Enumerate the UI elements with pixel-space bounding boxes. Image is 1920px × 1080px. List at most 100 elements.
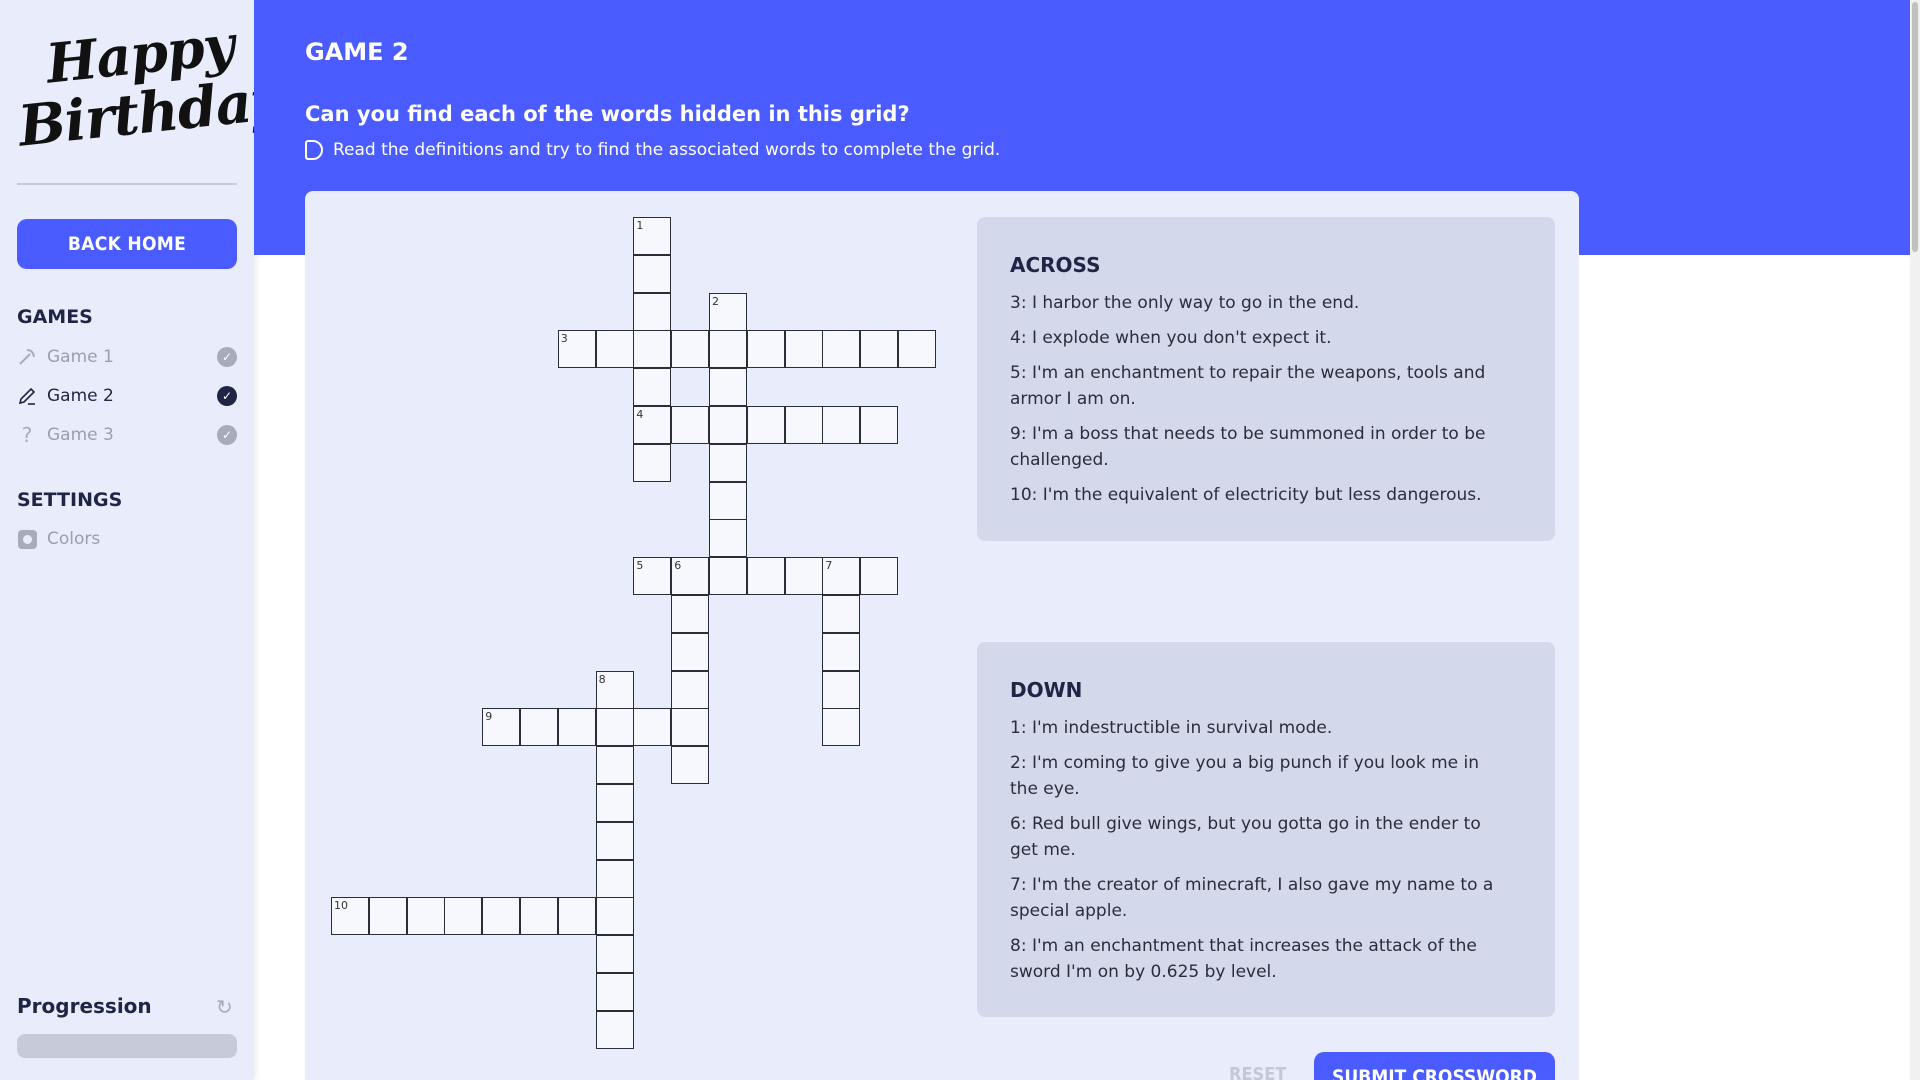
question-icon: ?	[21, 423, 33, 447]
crossword-cell[interactable]	[746, 330, 785, 369]
crossword-cell[interactable]	[822, 632, 861, 671]
sidebar-item-label: Colors	[47, 529, 101, 549]
crossword-cell[interactable]	[633, 368, 672, 407]
crossword-cell[interactable]	[671, 708, 710, 747]
cell-number: 7	[825, 559, 833, 573]
crossword-cell[interactable]	[898, 330, 936, 369]
check-badge-icon: ✓	[217, 425, 237, 445]
crossword-cell[interactable]	[595, 746, 634, 785]
cell-number: 3	[560, 332, 568, 346]
across-heading: ACROSS	[1010, 253, 1101, 277]
crossword-cell[interactable]	[709, 519, 747, 558]
crossword-cell[interactable]: 3	[557, 330, 596, 369]
sidebar-item-game-3[interactable]: ? Game 3 ✓	[17, 420, 237, 450]
crossword-cell[interactable]	[709, 481, 747, 520]
crossword-cell[interactable]	[633, 292, 672, 331]
scrollbar-thumb[interactable]	[1912, 2, 1918, 252]
crossword-cell[interactable]	[860, 406, 899, 444]
clue-down-1: 1: I'm indestructible in survival mode.	[1010, 718, 1333, 738]
crossword-cell[interactable]	[595, 784, 634, 822]
crossword-cell[interactable]	[444, 897, 483, 936]
crossword-cell[interactable]	[671, 670, 710, 709]
crossword-cell[interactable]: 2	[709, 292, 747, 331]
crossword-cell[interactable]: 10	[331, 897, 369, 936]
cell-number: 8	[598, 672, 606, 686]
crossword-card: 1 4 2 3 5 6 7 8 9 10 ACROSS 3: I harbor the only …	[305, 191, 1579, 1080]
crossword-cell[interactable]	[746, 406, 785, 444]
cell-number: 6	[674, 559, 682, 573]
crossword-cell[interactable]	[784, 557, 823, 596]
crossword-cell[interactable]	[822, 670, 861, 709]
crossword-cell[interactable]	[671, 632, 710, 671]
instruction-text: Read the definitions and try to find the…	[333, 140, 1001, 160]
crossword-cell[interactable]	[595, 708, 634, 747]
cell-number: 9	[485, 710, 493, 724]
crossword-cell[interactable]	[557, 708, 596, 747]
clue-down-2: 2: I'm coming to give you a big punch if…	[1010, 753, 1479, 799]
sidebar: Happy Birthday BACK HOME GAMES Game 1 ✓ …	[0, 0, 285, 1080]
crossword-cell[interactable]	[633, 443, 672, 482]
crossword-cell[interactable]: 1	[633, 217, 672, 255]
crossword-cell[interactable]	[671, 595, 710, 633]
crossword-cell[interactable]	[482, 897, 521, 936]
clue-down-6: 6: Red bull give wings, but you gotta go…	[1010, 814, 1481, 860]
down-clues-panel: DOWN 1: I'm indestructible in survival m…	[977, 642, 1555, 1017]
crossword-cell[interactable]	[595, 330, 634, 369]
crossword-cell[interactable]	[709, 368, 747, 407]
crossword-cell[interactable]	[671, 746, 710, 785]
crossword-cell[interactable]	[784, 406, 823, 444]
crossword-cell[interactable]: 9	[482, 708, 521, 747]
crossword-cell[interactable]	[406, 897, 445, 936]
crossword-cell[interactable]	[633, 708, 672, 747]
crossword-cell[interactable]	[784, 330, 823, 369]
crossword-cell[interactable]	[709, 406, 747, 444]
crossword-cell[interactable]: 8	[595, 670, 634, 709]
crossword-cell[interactable]	[746, 557, 785, 596]
cell-number: 1	[636, 219, 644, 232]
crossword-cell[interactable]	[557, 897, 596, 936]
clue-across-10: 10: I'm the equivalent of electricity bu…	[1010, 485, 1482, 505]
crossword-cell[interactable]	[520, 897, 558, 936]
crossword-cell[interactable]	[595, 859, 634, 898]
crossword-cell[interactable]	[822, 330, 861, 369]
games-heading: GAMES	[17, 306, 93, 328]
sidebar-item-game-1[interactable]: Game 1 ✓	[17, 342, 237, 372]
sidebar-item-game-2[interactable]: Game 2 ✓	[17, 381, 237, 411]
crossword-cell[interactable]	[633, 330, 672, 369]
crossword-cell[interactable]: 6	[671, 557, 710, 596]
down-heading: DOWN	[1010, 678, 1083, 702]
sidebar-item-label: Game 1	[47, 347, 114, 367]
cell-number: 10	[334, 899, 348, 913]
crossword-cell[interactable]	[860, 330, 899, 369]
crossword-cell[interactable]	[709, 330, 747, 369]
pickaxe-icon	[17, 347, 37, 367]
crossword-cell[interactable]	[595, 897, 634, 936]
crossword-cell[interactable]	[709, 557, 747, 596]
crossword-cell[interactable]	[595, 821, 634, 860]
happy-birthday-logo[interactable]: Happy Birthday	[15, 12, 285, 159]
sidebar-item-colors[interactable]: Colors	[17, 524, 237, 554]
crossword-cell[interactable]	[860, 557, 899, 596]
crossword-cell[interactable]	[520, 708, 558, 747]
crossword-cell[interactable]: 5	[633, 557, 672, 596]
crossword-cell[interactable]: 4	[633, 406, 672, 444]
refresh-icon[interactable]: ↻	[216, 997, 236, 1017]
crossword-cell[interactable]	[595, 935, 634, 974]
crossword-cell[interactable]	[822, 595, 861, 633]
crossword-cell[interactable]	[595, 973, 634, 1011]
crossword-cell[interactable]	[822, 406, 861, 444]
crossword-cell[interactable]	[822, 708, 861, 747]
crossword-cell[interactable]	[671, 406, 710, 444]
back-home-button[interactable]: BACK HOME	[17, 219, 237, 269]
crossword-cell[interactable]: 7	[822, 557, 861, 596]
palette-icon	[17, 529, 37, 549]
crossword-cell[interactable]	[671, 330, 710, 369]
scrollbar[interactable]	[1910, 0, 1920, 1080]
crossword-cell[interactable]	[595, 1010, 634, 1049]
clue-across-3: 3: I harbor the only way to go in the en…	[1010, 293, 1360, 313]
crossword-cell[interactable]	[368, 897, 407, 936]
crossword-cell[interactable]	[709, 443, 747, 482]
reset-button[interactable]: RESET	[1229, 1064, 1286, 1080]
crossword-cell[interactable]	[633, 254, 672, 293]
submit-crossword-button[interactable]: SUBMIT CROSSWORD	[1314, 1052, 1555, 1080]
